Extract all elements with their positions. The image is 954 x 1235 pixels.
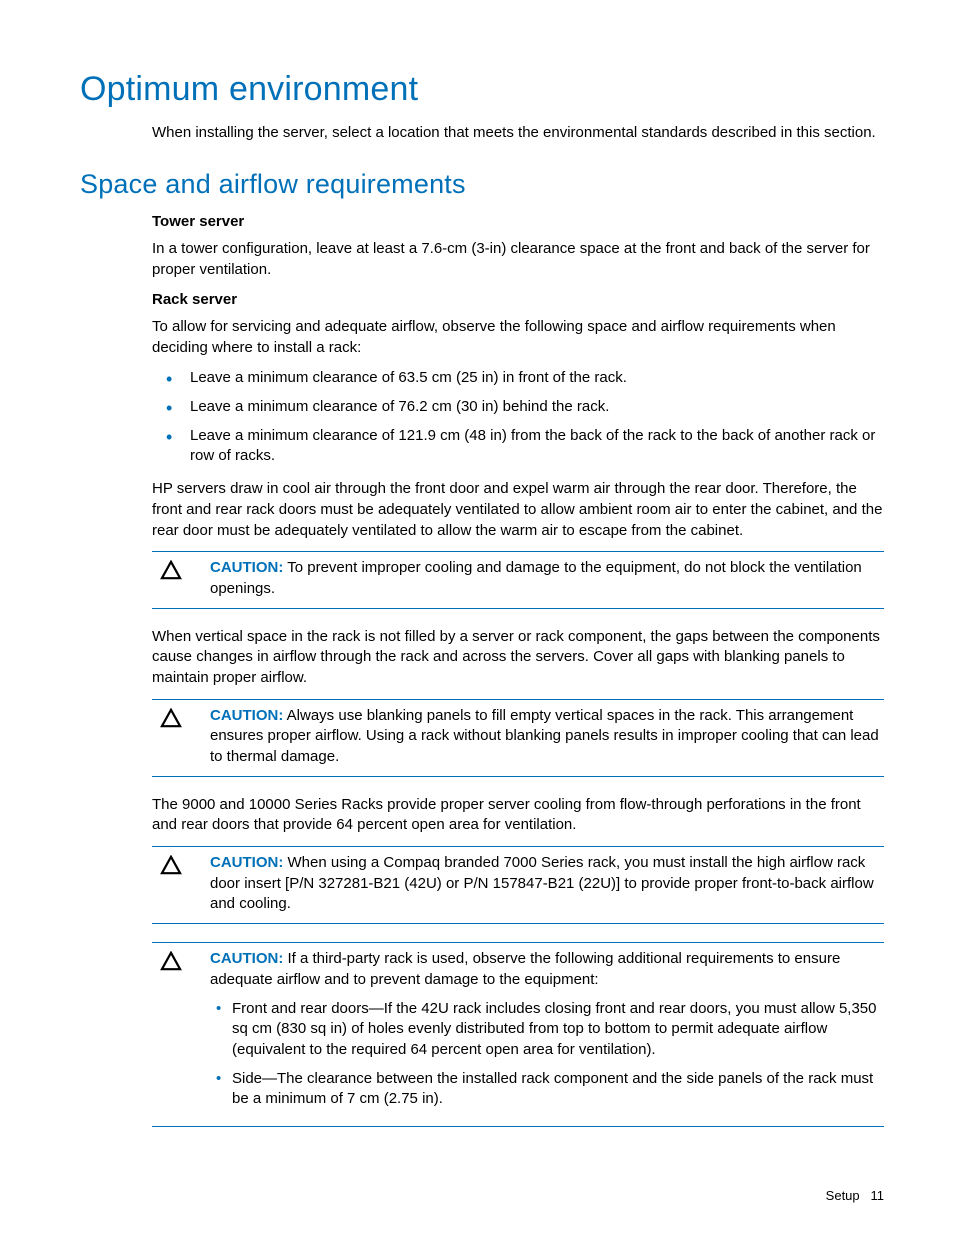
list-item: Side—The clearance between the installed… — [210, 1069, 884, 1110]
caution-box: CAUTION: When using a Compaq branded 700… — [152, 846, 884, 924]
para-blanking: When vertical space in the rack is not f… — [152, 627, 884, 689]
caution-label: CAUTION: — [210, 559, 283, 576]
rack-bullet-list: Leave a minimum clearance of 63.5 cm (25… — [152, 368, 884, 467]
footer-page: 11 — [871, 1188, 885, 1203]
caution-body: Always use blanking panels to fill empty… — [210, 707, 879, 765]
caution-box: CAUTION: Always use blanking panels to f… — [152, 699, 884, 777]
para-series-racks: The 9000 and 10000 Series Racks provide … — [152, 795, 884, 836]
caution-body: To prevent improper cooling and damage t… — [210, 559, 862, 597]
caution-text: CAUTION: To prevent improper cooling and… — [210, 558, 884, 599]
rack-para-airflow: HP servers draw in cool air through the … — [152, 479, 884, 541]
list-item: Front and rear doors—If the 42U rack inc… — [210, 999, 884, 1061]
rack-heading: Rack server — [152, 290, 884, 311]
caution-box: CAUTION: To prevent improper cooling and… — [152, 551, 884, 608]
intro-paragraph: When installing the server, select a loc… — [152, 123, 884, 143]
section-heading: Space and airflow requirements — [80, 169, 884, 200]
list-item: Leave a minimum clearance of 76.2 cm (30… — [152, 397, 884, 418]
page-footer: Setup 11 — [826, 1188, 884, 1203]
caution-box: CAUTION: If a third-party rack is used, … — [152, 942, 884, 1127]
caution-icon — [152, 949, 210, 975]
caution-icon — [152, 853, 210, 879]
caution-text: CAUTION: When using a Compaq branded 700… — [210, 853, 884, 915]
tower-text: In a tower configuration, leave at least… — [152, 239, 884, 280]
rack-lead: To allow for servicing and adequate airf… — [152, 317, 884, 358]
caution-icon — [152, 706, 210, 732]
footer-section: Setup — [826, 1188, 860, 1203]
list-item: Leave a minimum clearance of 121.9 cm (4… — [152, 426, 884, 467]
caution-body: If a third-party rack is used, observe t… — [210, 950, 840, 988]
caution-label: CAUTION: — [210, 707, 283, 724]
caution-label: CAUTION: — [210, 854, 283, 871]
caution-text: CAUTION: Always use blanking panels to f… — [210, 706, 884, 768]
page-title: Optimum environment — [80, 70, 884, 109]
caution-label: CAUTION: — [210, 950, 283, 967]
list-item: Leave a minimum clearance of 63.5 cm (25… — [152, 368, 884, 389]
caution-text: CAUTION: If a third-party rack is used, … — [210, 949, 884, 1118]
tower-heading: Tower server — [152, 212, 884, 233]
caution-icon — [152, 558, 210, 584]
caution-bullet-list: Front and rear doors—If the 42U rack inc… — [210, 999, 884, 1110]
caution-body: When using a Compaq branded 7000 Series … — [210, 854, 874, 912]
